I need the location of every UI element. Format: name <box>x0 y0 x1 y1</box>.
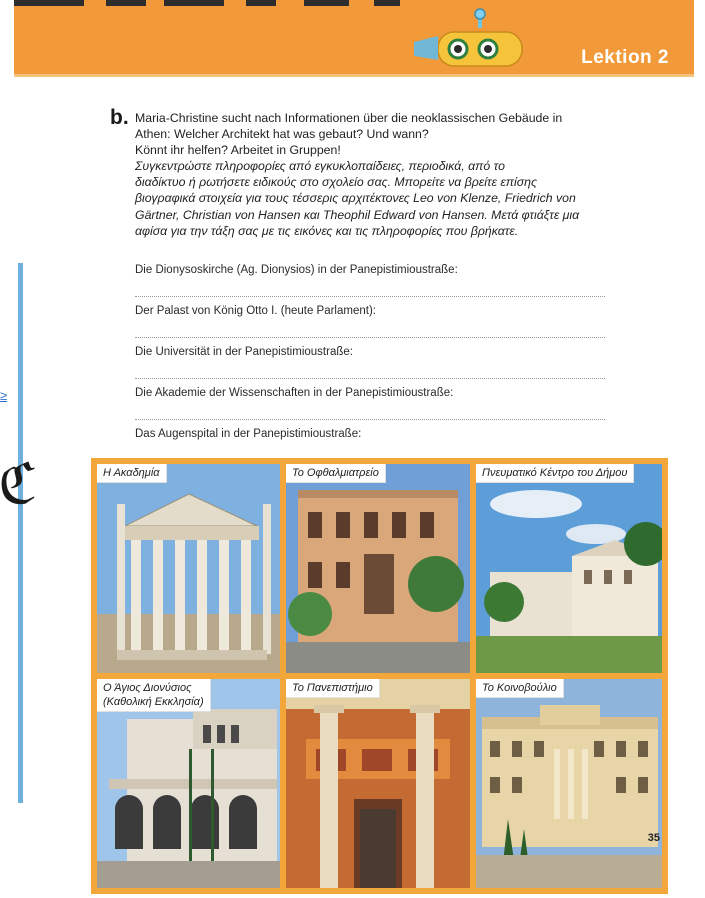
cultural-centre-photo <box>476 464 662 673</box>
answer-line[interactable] <box>135 360 605 379</box>
exercise-instructions: Maria-Christine sucht nach Informationen… <box>135 110 675 239</box>
question-label: Die Universität in der Panepistimioustra… <box>135 346 353 358</box>
header-underline <box>14 74 694 77</box>
eye-hospital-photo <box>286 464 470 673</box>
answer-line[interactable] <box>135 278 605 297</box>
photo-caption: Το Πανεπιστήμιο <box>286 679 380 698</box>
lesson-label: Lektion 2 <box>581 47 669 68</box>
photo-university: Το Πανεπιστήμιο <box>286 679 470 888</box>
university-photo <box>286 679 470 888</box>
photo-caption: Ο Άγιος Διονύσιος (Καθολική Εκκλησία) <box>97 679 211 712</box>
question-list: Die Dionysoskirche (Ag. Dionysios) in de… <box>135 262 605 467</box>
photo-eye-hospital: Το Οφθαλμιατρείο <box>286 464 470 673</box>
greek-line: Συγκεντρώστε πληροφορίες από εγκυκλοπαίδ… <box>135 159 505 174</box>
photo-caption: Η Ακαδημία <box>97 464 167 483</box>
greek-line: Gärtner, Christian von Hansen και Theoph… <box>135 207 580 222</box>
question-label: Die Dionysoskirche (Ag. Dionysios) in de… <box>135 264 458 276</box>
side-link-fragment[interactable]: ≥ <box>0 388 7 403</box>
photo-caption: Το Οφθαλμιατρείο <box>286 464 386 483</box>
exercise-letter: b. <box>110 106 129 129</box>
question-label: Der Palast von König Otto I. (heute Parl… <box>135 305 376 317</box>
photo-grid: Η Ακαδημία Το Οφθαλμιατρείο Πνευματικό Κ… <box>91 458 668 894</box>
photo-academy: Η Ακαδημία <box>97 464 280 673</box>
greek-line: διαδίκτυο ή ρωτήσετε ειδικούς στο σχολεί… <box>135 175 537 190</box>
photo-saint-dionysios: Ο Άγιος Διονύσιος (Καθολική Εκκλησία) <box>97 679 280 888</box>
greek-line: αφίσα για την τάξη σας με τις εικόνες κα… <box>135 223 519 238</box>
photo-cultural-centre: Πνευματικό Κέντρο του Δήμου <box>476 464 662 673</box>
german-line: Könnt ihr helfen? Arbeitet in Gruppen! <box>135 143 341 158</box>
caption-line: Ο Άγιος Διονύσιος <box>103 682 192 694</box>
photo-caption: Πνευματικό Κέντρο του Δήμου <box>476 464 635 483</box>
answer-line[interactable] <box>135 401 605 420</box>
question-label: Die Akademie der Wissenschaften in der P… <box>135 387 454 399</box>
submarine-mascot-icon <box>414 8 523 67</box>
german-line: Athen: Welcher Architekt hat was gebaut?… <box>135 127 429 142</box>
german-line: Maria-Christine sucht nach Informationen… <box>135 111 563 125</box>
photo-caption: Το Κοινοβούλιο <box>476 679 564 698</box>
greek-line: βιογραφικά στοιχεία για τους τέσσερις αρ… <box>135 191 576 206</box>
side-margin-bar <box>18 263 23 803</box>
parliament-photo <box>476 679 662 888</box>
academy-photo <box>97 464 280 673</box>
page-number: 35 <box>647 832 660 844</box>
cropped-heading-remnant <box>14 0 694 8</box>
answer-line[interactable] <box>135 319 605 338</box>
question-label: Das Augenspital in der Panepistimioustra… <box>135 428 362 440</box>
side-glyph-fragment: ℭ <box>0 452 38 517</box>
photo-parliament: Το Κοινοβούλιο 35 <box>476 679 662 888</box>
caption-line: (Καθολική Εκκλησία) <box>103 696 204 708</box>
